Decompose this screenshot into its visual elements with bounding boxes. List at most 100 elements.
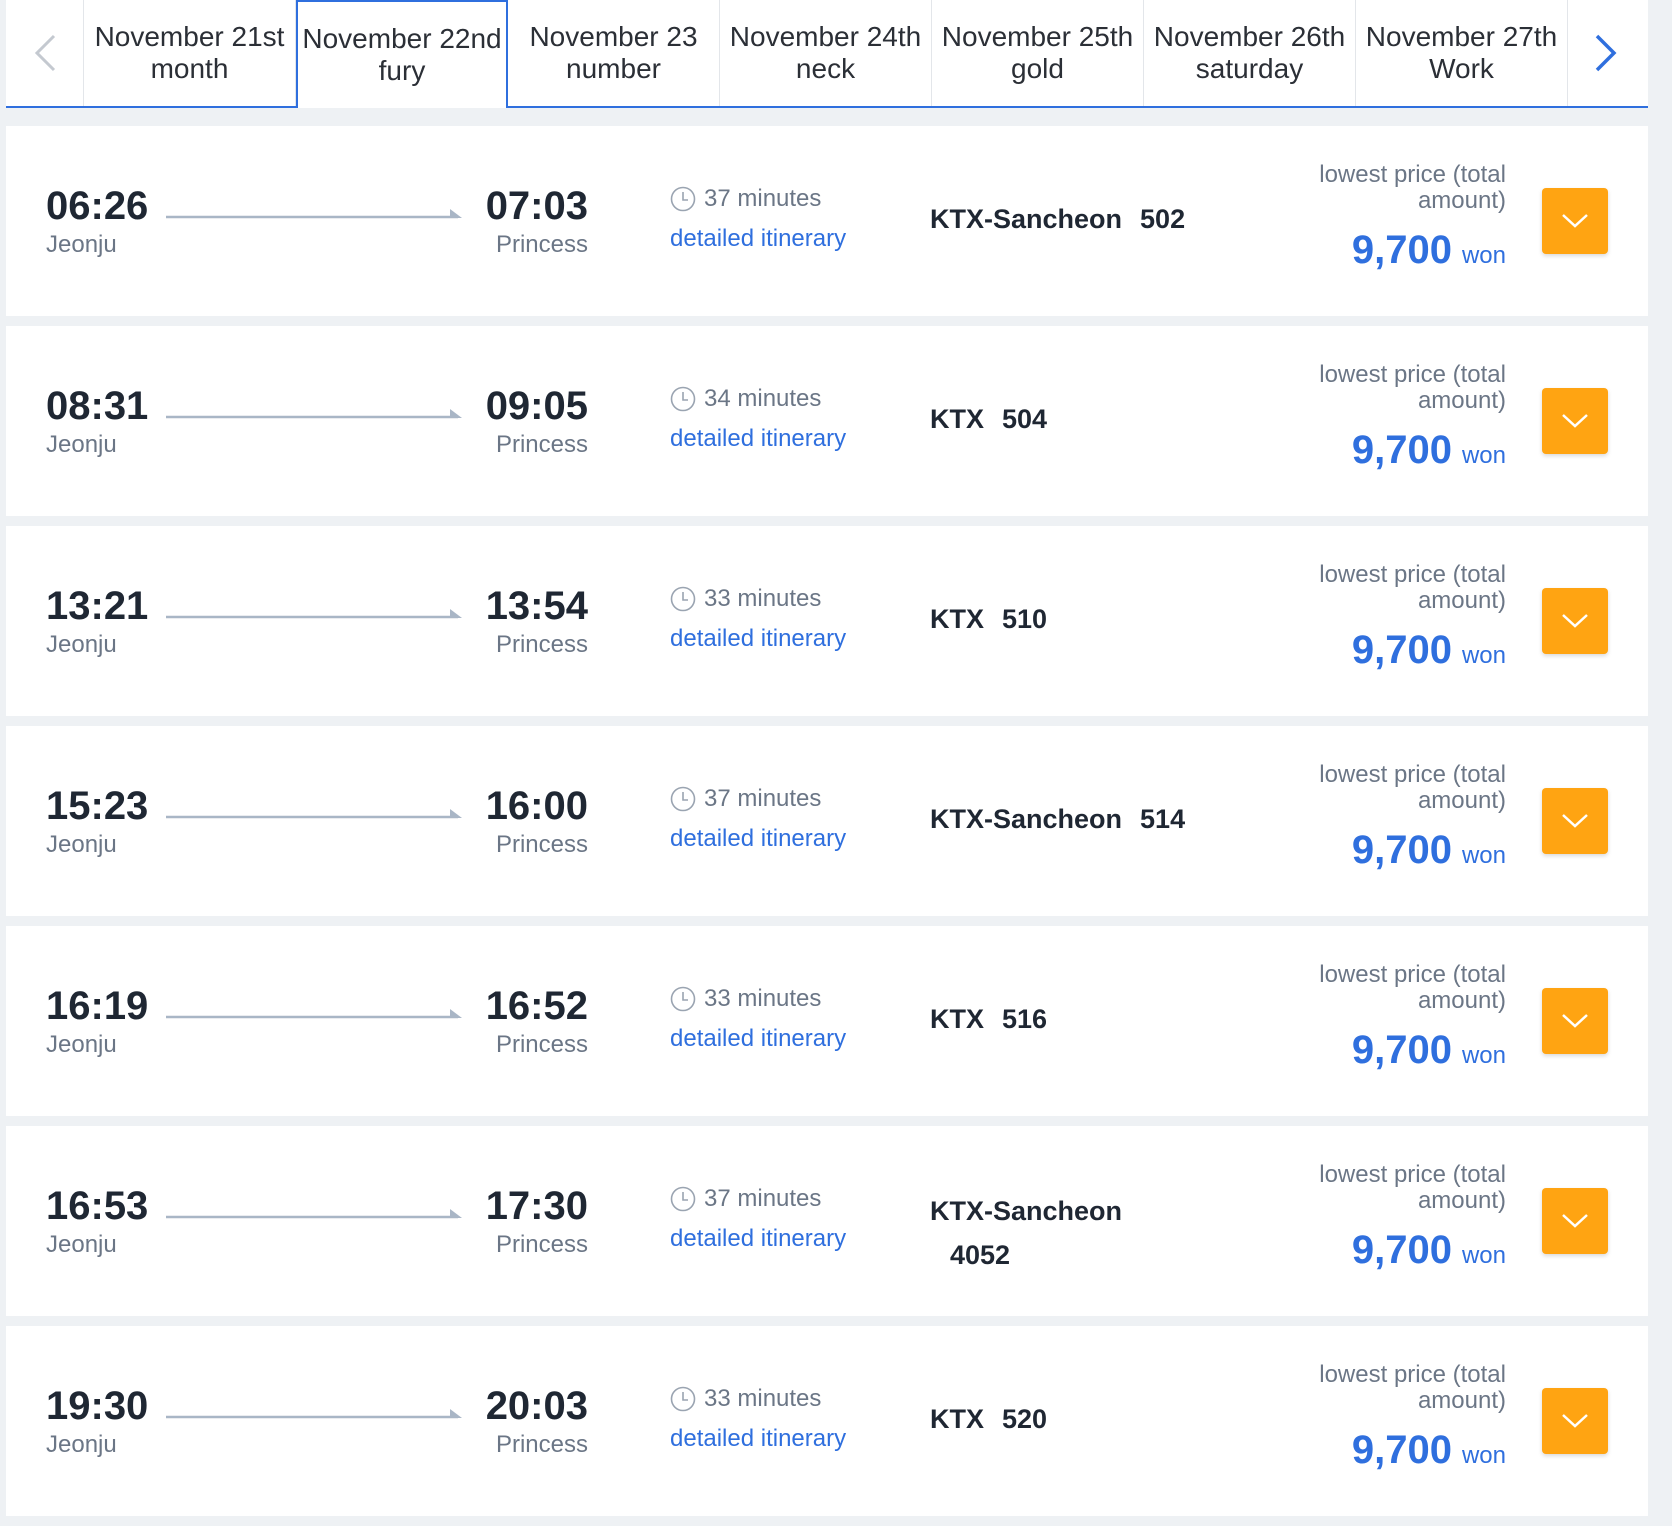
chevron-down-icon [1562,1014,1588,1028]
price: 9,700 won [1352,826,1506,874]
route-arrow [166,809,462,819]
departure-station: Jeonju [46,231,117,258]
departure-station: Jeonju [46,631,117,658]
train-info: KTX 516 [930,1002,1047,1036]
arrival-time: 17:30 [485,1184,588,1228]
detailed-itinerary-link[interactable]: detailed itinerary [670,224,846,254]
departure-time: 16:19 [46,984,149,1028]
date-tab[interactable]: November 27th Work [1356,0,1568,106]
clock-icon [670,186,696,212]
train-list: 06:26 Jeonju 07:03 Princess 37 minutes d… [6,126,1648,1526]
price-amount: 9,700 [1351,628,1452,672]
arrival-time: 07:03 [485,184,588,228]
chevron-right-icon [1595,34,1617,72]
price-amount: 9,700 [1351,1228,1452,1272]
tab-day-label: neck [795,53,856,84]
train-card: 15:23 Jeonju 16:00 Princess 37 minutes d… [6,726,1648,916]
duration-text: 33 minutes [704,985,822,1012]
date-tab-bar: November 21st month November 22nd fury N… [6,0,1648,108]
detailed-itinerary-link[interactable]: detailed itinerary [670,1424,846,1454]
departure-time: 08:31 [46,384,149,428]
train-type: KTX-Sancheon [930,204,1123,234]
departure-time: 19:30 [46,1384,149,1428]
chevron-down-icon [1562,414,1588,428]
detailed-itinerary-link[interactable]: detailed itinerary [670,424,846,454]
detailed-itinerary-link[interactable]: detailed itinerary [670,824,846,854]
clock-icon [670,586,696,612]
detailed-itinerary-link[interactable]: detailed itinerary [670,1224,846,1254]
date-tab[interactable]: November 22nd fury [296,0,508,108]
price: 9,700 won [1352,226,1506,274]
price-amount: 9,700 [1351,1428,1452,1472]
chevron-down-icon [1562,614,1588,628]
arrival-station: Princess [495,1231,588,1258]
train-info: KTX 510 [930,602,1047,636]
train-type: KTX [930,1004,984,1034]
expand-button[interactable] [1542,188,1608,254]
train-info: KTX-Sancheon 4052 [930,1194,1122,1272]
train-number: 4052 [950,1240,1011,1270]
expand-button[interactable] [1542,988,1608,1054]
tab-date-label: November 25th [941,21,1134,52]
expand-button[interactable] [1542,1188,1608,1254]
clock-icon [670,1386,696,1412]
tab-day-label: saturday [1195,53,1304,84]
price-currency: won [1461,242,1506,269]
lowest-price-label: lowest price (total amount) [1319,361,1506,414]
arrival-time: 20:03 [485,1384,588,1428]
expand-button[interactable] [1542,1388,1608,1454]
duration: 34 minutes [670,384,821,414]
departure-station: Jeonju [46,1231,117,1258]
train-card: 06:26 Jeonju 07:03 Princess 37 minutes d… [6,126,1648,316]
clock-icon [670,786,696,812]
duration-text: 33 minutes [704,1385,822,1412]
price-currency: won [1461,642,1506,669]
departure-time: 13:21 [46,584,149,628]
arrival-time: 13:54 [485,584,588,628]
train-number: 502 [1140,204,1186,234]
duration-text: 37 minutes [704,1185,822,1212]
lowest-price-label: lowest price (total amount) [1319,1361,1506,1414]
arrival-station: Princess [495,431,588,458]
prev-dates-button[interactable] [6,0,84,106]
duration-text: 33 minutes [704,585,822,612]
arrival-station: Princess [495,1031,588,1058]
price-currency: won [1461,442,1506,469]
price-currency: won [1461,842,1506,869]
tab-date-label: November 21st [94,21,285,52]
price-currency: won [1461,1042,1506,1069]
date-tab[interactable]: November 21st month [84,0,296,106]
date-tab[interactable]: November 24th neck [720,0,932,106]
train-number: 504 [1002,404,1048,434]
train-type: KTX-Sancheon [930,804,1123,834]
price-amount: 9,700 [1351,828,1452,872]
date-tab[interactable]: November 23 number [508,0,720,106]
route-arrow [166,609,462,619]
duration: 33 minutes [670,1384,821,1414]
expand-button[interactable] [1542,788,1608,854]
price-amount: 9,700 [1351,228,1452,272]
detailed-itinerary-link[interactable]: detailed itinerary [670,1024,846,1054]
chevron-down-icon [1562,214,1588,228]
duration: 33 minutes [670,584,821,614]
tab-day-label: month [150,53,229,84]
duration-text: 37 minutes [704,185,822,212]
expand-button[interactable] [1542,388,1608,454]
departure-station: Jeonju [46,1431,117,1458]
train-card: 13:21 Jeonju 13:54 Princess 33 minutes d… [6,526,1648,716]
tab-day-label: fury [378,55,426,86]
departure-time: 15:23 [46,784,149,828]
date-tab[interactable]: November 26th saturday [1144,0,1356,106]
train-number: 520 [1002,1404,1048,1434]
tab-date-label: November 24th [729,21,922,52]
arrival-station: Princess [495,831,588,858]
duration-text: 34 minutes [704,385,822,412]
train-card: 19:30 Jeonju 20:03 Princess 33 minutes d… [6,1326,1648,1516]
route-arrow [166,209,462,219]
detailed-itinerary-link[interactable]: detailed itinerary [670,624,846,654]
route-arrow [166,1409,462,1419]
duration-text: 37 minutes [704,785,822,812]
date-tab[interactable]: November 25th gold [932,0,1144,106]
next-dates-button[interactable] [1568,0,1644,106]
expand-button[interactable] [1542,588,1608,654]
